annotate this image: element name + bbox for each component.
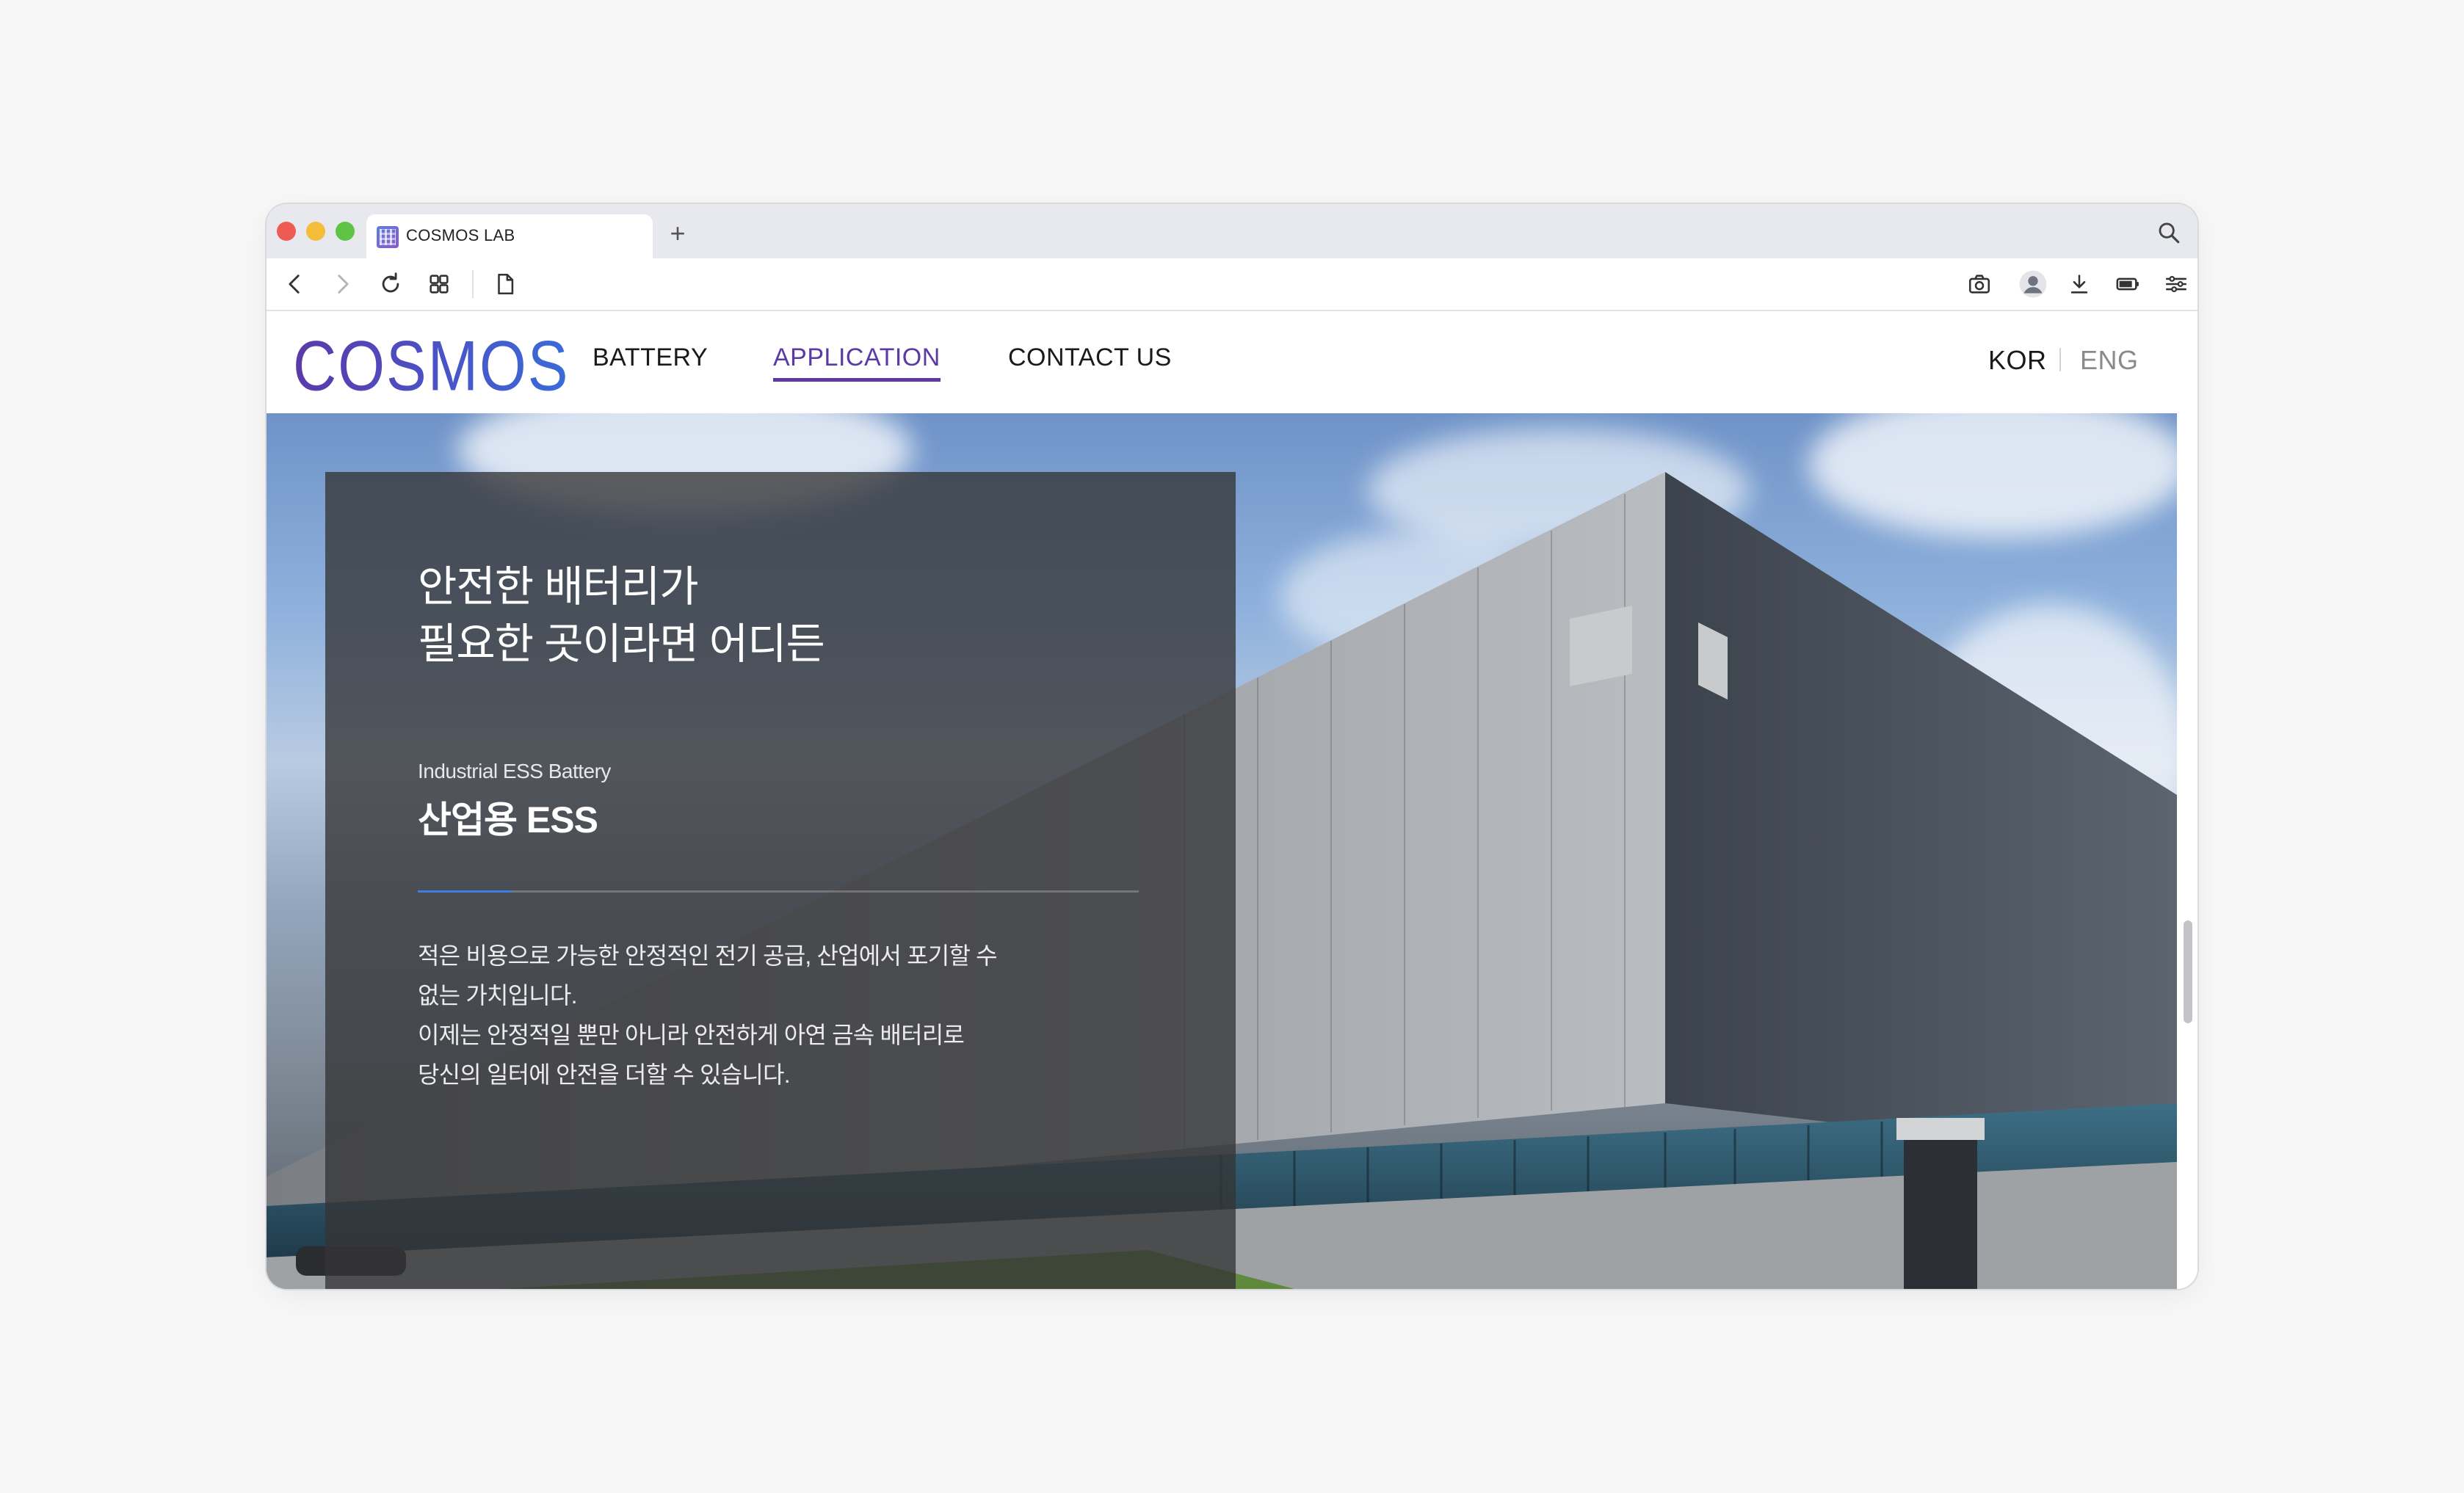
hero-headline-line: 필요한 곳이라면 어디든 (418, 620, 825, 668)
hero-description-line: 당신의 일터에 안전을 더할 수 있습니다. (418, 1061, 791, 1088)
user-avatar-icon[interactable] (2018, 269, 2048, 299)
document-icon[interactable] (493, 272, 518, 297)
battery-icon[interactable] (2115, 272, 2140, 297)
camera-icon[interactable] (1967, 272, 1992, 297)
lang-eng[interactable]: ENG (2080, 345, 2139, 376)
minimize-window-button[interactable] (306, 222, 325, 241)
hero-description-line: 적은 비용으로 가능한 안정적인 전기 공급, 산업에서 포기할 수 (418, 942, 998, 969)
lang-separator (2059, 348, 2061, 371)
hero-description: 적은 비용으로 가능한 안정적인 전기 공급, 산업에서 포기할 수 없는 가치… (418, 936, 1079, 1094)
web-page: COSMOS BATTERY APPLICATION CONTACT US KO… (267, 311, 2177, 1289)
nav-contact-us[interactable]: CONTACT US (1008, 344, 1172, 378)
search-icon[interactable] (2156, 220, 2181, 245)
tab-bar: COSMOS LAB + (267, 204, 2197, 258)
grid-icon[interactable] (427, 272, 452, 297)
tab-title: COSMOS LAB (406, 226, 515, 244)
chevron-left-icon[interactable] (283, 272, 308, 297)
hero-section: 안전한 배터리가 필요한 곳이라면 어디든 Industrial ESS Bat… (267, 413, 2177, 1289)
hero-description-line: 이제는 안정적일 뿐만 아니라 안전하게 아연 금속 배터리로 (418, 1022, 965, 1048)
toolbar-divider (472, 270, 474, 298)
site-header: COSMOS BATTERY APPLICATION CONTACT US KO… (267, 311, 2177, 413)
sliders-icon[interactable] (2164, 272, 2189, 297)
hero-subtitle-en: Industrial ESS Battery (418, 760, 611, 782)
reload-icon[interactable] (378, 272, 403, 297)
download-icon[interactable] (2067, 272, 2092, 297)
hero-description-line: 없는 가치입니다. (418, 982, 577, 1009)
browser-window: COSMOS LAB + COSMOS BATTERY APPLICATION … (267, 204, 2197, 1289)
browser-toolbar (267, 258, 2197, 311)
lang-kor[interactable]: KOR (1988, 345, 2047, 376)
tab-cosmos-lab[interactable]: COSMOS LAB (366, 214, 653, 258)
slider-progress-fill (418, 890, 512, 893)
maximize-window-button[interactable] (336, 222, 355, 241)
slider-progress-track[interactable] (418, 890, 1139, 893)
nav-battery[interactable]: BATTERY (593, 344, 708, 378)
chevron-right-icon[interactable] (330, 272, 355, 297)
hero-headline-line: 안전한 배터리가 (418, 563, 699, 611)
scrollbar-thumb[interactable] (2184, 920, 2192, 1023)
new-tab-button[interactable]: + (663, 220, 692, 250)
hero-subtitle-ko: 산업용 ESS (418, 799, 598, 840)
nav-application[interactable]: APPLICATION (773, 344, 941, 382)
page-scrollbar[interactable] (2177, 311, 2197, 1289)
close-window-button[interactable] (277, 222, 296, 241)
favicon-icon (377, 226, 399, 248)
hero-headline: 안전한 배터리가 필요한 곳이라면 어디든 (418, 559, 1152, 673)
cosmos-logo[interactable]: COSMOS (293, 326, 569, 407)
